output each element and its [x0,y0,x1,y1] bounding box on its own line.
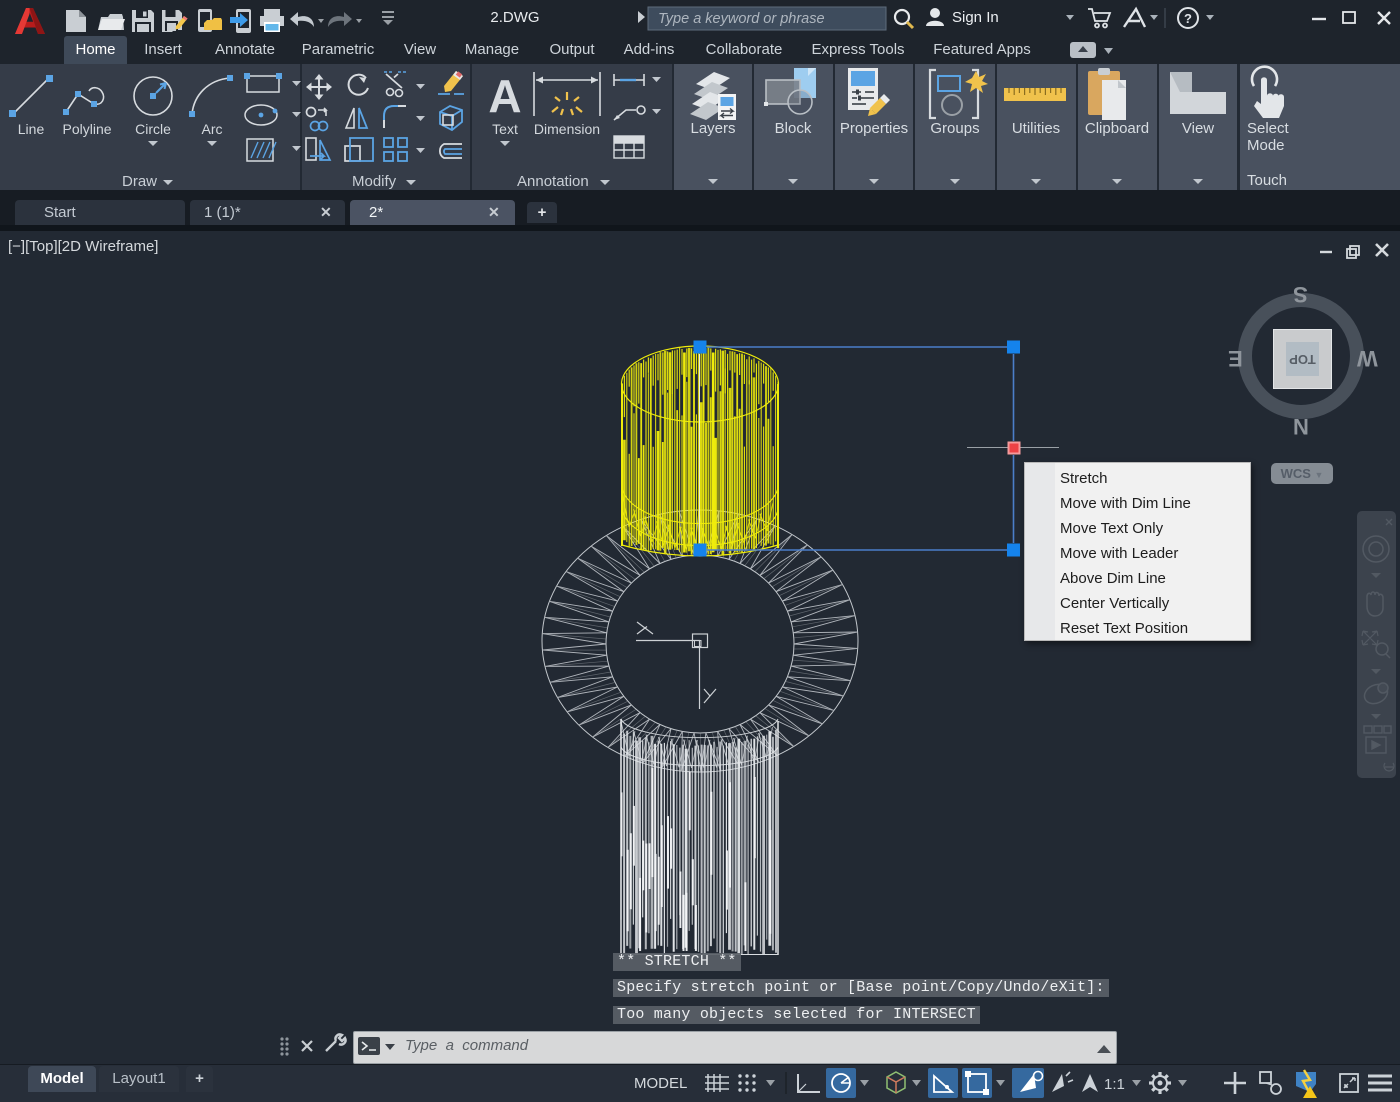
svg-text:!: ! [1316,1088,1319,1098]
svg-text:1:1: 1:1 [1104,1076,1125,1093]
